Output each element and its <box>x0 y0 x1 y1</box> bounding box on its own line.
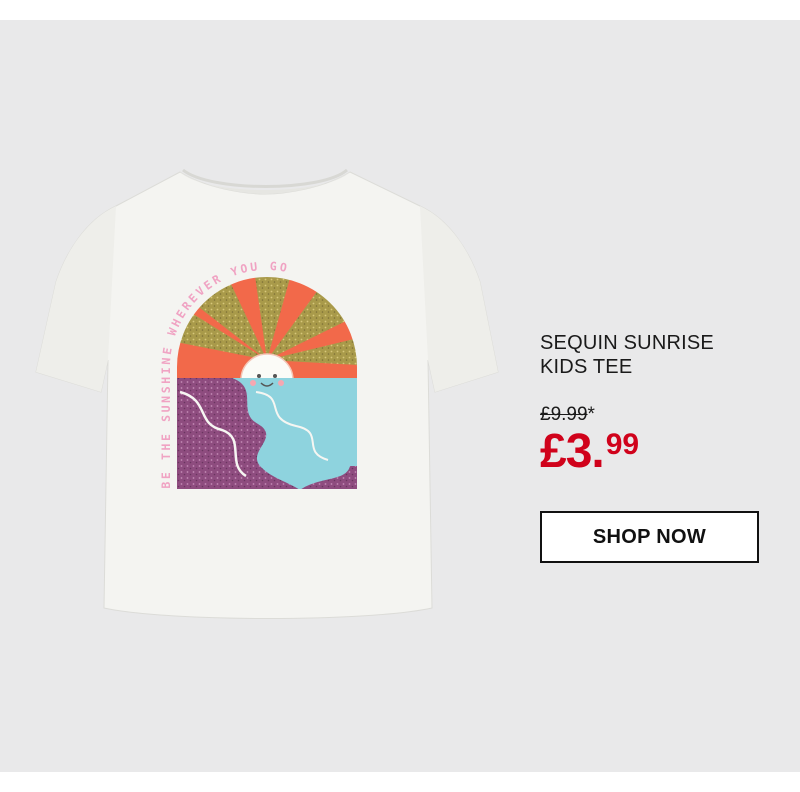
was-price: £9.99* <box>540 404 595 426</box>
product-image[interactable]: BE THE SUNSHINE WHEREVER YOU GO <box>0 20 540 772</box>
was-price-value: £9.99 <box>540 404 588 425</box>
now-price-main: £3. <box>540 425 605 478</box>
product-info: SEQUIN SUNRISE KIDS TEE £9.99* £3.99 SHO… <box>540 20 800 772</box>
product-title[interactable]: SEQUIN SUNRISE KIDS TEE <box>540 331 780 379</box>
now-price-pence: 99 <box>605 428 640 461</box>
shop-now-button[interactable]: SHOP NOW <box>540 511 759 563</box>
was-price-marker: * <box>587 404 595 425</box>
product-title-line-2[interactable]: KIDS TEE <box>540 355 780 379</box>
product-title-line-1[interactable]: SEQUIN SUNRISE <box>540 331 780 355</box>
now-price: £3.99 <box>540 428 639 476</box>
product-card: BE THE SUNSHINE WHEREVER YOU GO SEQUIN S… <box>0 20 800 772</box>
